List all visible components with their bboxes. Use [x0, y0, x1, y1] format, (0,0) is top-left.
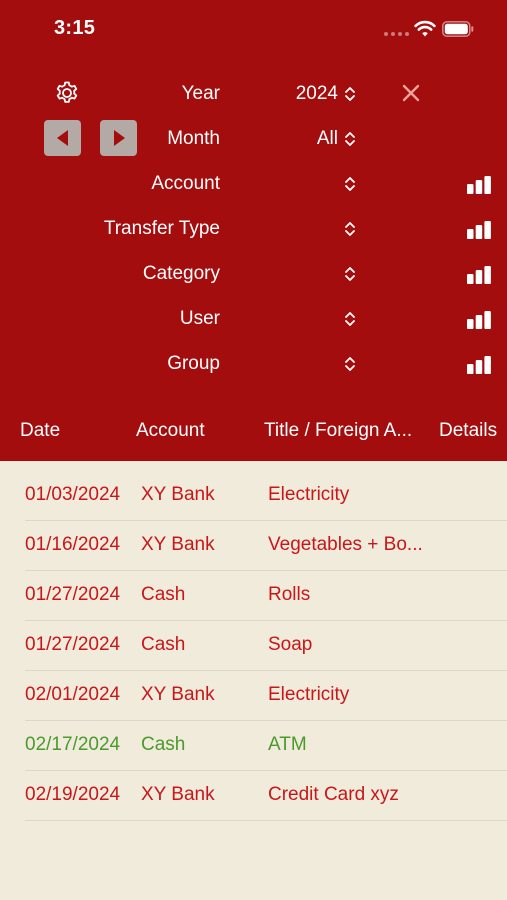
filter-row-year: Year 2024 [0, 74, 507, 114]
bar-chart-icon[interactable] [466, 220, 492, 240]
row-account: XY Bank [141, 784, 215, 805]
row-account: Cash [141, 634, 186, 655]
row-date: 01/27/2024 [25, 634, 121, 655]
chevron-up-down-icon[interactable] [343, 219, 357, 239]
table-row[interactable]: 01/16/2024 XY Bank Vegetables + Bo... [0, 521, 507, 571]
chevron-up-down-icon[interactable] [343, 129, 357, 149]
filter-row-transfer-type: Transfer Type [0, 209, 507, 249]
year-picker-value[interactable]: 2024 [296, 83, 338, 105]
row-date: 01/16/2024 [25, 534, 121, 555]
filter-label-month: Month [167, 128, 220, 149]
filter-row-account: Account [0, 164, 507, 204]
row-title: Soap [268, 634, 313, 655]
row-account: XY Bank [141, 484, 215, 505]
bar-chart-icon[interactable] [466, 265, 492, 285]
table-row[interactable]: 01/03/2024 XY Bank Electricity [0, 471, 507, 521]
chevron-up-down-icon[interactable] [343, 354, 357, 374]
filter-label-group: Group [167, 353, 220, 374]
battery-icon [442, 21, 474, 37]
row-title: ATM [268, 734, 307, 755]
row-date: 01/03/2024 [25, 484, 121, 505]
transaction-list: 01/03/2024 XY Bank Electricity 01/16/202… [0, 471, 507, 821]
table-row[interactable]: 01/27/2024 Cash Soap [0, 621, 507, 671]
bar-chart-icon[interactable] [466, 310, 492, 330]
row-divider [25, 820, 507, 821]
row-account: Cash [141, 734, 186, 755]
table-row[interactable]: 01/27/2024 Cash Rolls [0, 571, 507, 621]
row-account: XY Bank [141, 534, 215, 555]
wifi-icon [414, 20, 436, 37]
table-row[interactable]: 02/01/2024 XY Bank Electricity [0, 671, 507, 721]
row-date: 01/27/2024 [25, 584, 121, 605]
month-picker-value[interactable]: All [317, 128, 338, 150]
filter-row-group: Group [0, 344, 507, 384]
row-title: Vegetables + Bo... [268, 534, 423, 555]
table-row[interactable]: 02/17/2024 Cash ATM [0, 721, 507, 771]
row-title: Rolls [268, 584, 311, 605]
row-account: Cash [141, 584, 186, 605]
filter-label-year: Year [181, 83, 220, 104]
filter-label-user: User [179, 308, 220, 329]
filter-row-category: Category [0, 254, 507, 294]
filter-header: 3:15 Year 2024 Month All Account Transfe… [0, 0, 507, 461]
column-header-title[interactable]: Title / Foreign A... [264, 420, 412, 442]
row-date: 02/19/2024 [25, 784, 121, 805]
row-title: Credit Card xyz [268, 784, 399, 805]
filter-label-account: Account [151, 173, 220, 194]
cellular-dots-icon [384, 32, 410, 38]
filter-row-month: Month All [0, 119, 507, 159]
chevron-up-down-icon[interactable] [343, 309, 357, 329]
bar-chart-icon[interactable] [466, 175, 492, 195]
table-header: Date Account Title / Foreign A... Detail… [0, 410, 507, 452]
bar-chart-icon[interactable] [466, 355, 492, 375]
table-row[interactable]: 02/19/2024 XY Bank Credit Card xyz [0, 771, 507, 821]
chevron-up-down-icon[interactable] [343, 84, 357, 104]
row-date: 02/17/2024 [25, 734, 121, 755]
column-header-date[interactable]: Date [20, 420, 60, 442]
chevron-up-down-icon[interactable] [343, 174, 357, 194]
row-title: Electricity [268, 484, 350, 505]
filter-row-user: User [0, 299, 507, 339]
row-account: XY Bank [141, 684, 215, 705]
filter-label-transfer-type: Transfer Type [103, 218, 220, 239]
filter-label-category: Category [142, 263, 220, 284]
column-header-details[interactable]: Details [439, 420, 497, 442]
status-time: 3:15 [54, 17, 96, 39]
row-title: Electricity [268, 684, 350, 705]
chevron-up-down-icon[interactable] [343, 264, 357, 284]
column-header-account[interactable]: Account [136, 420, 205, 442]
row-date: 02/01/2024 [25, 684, 121, 705]
